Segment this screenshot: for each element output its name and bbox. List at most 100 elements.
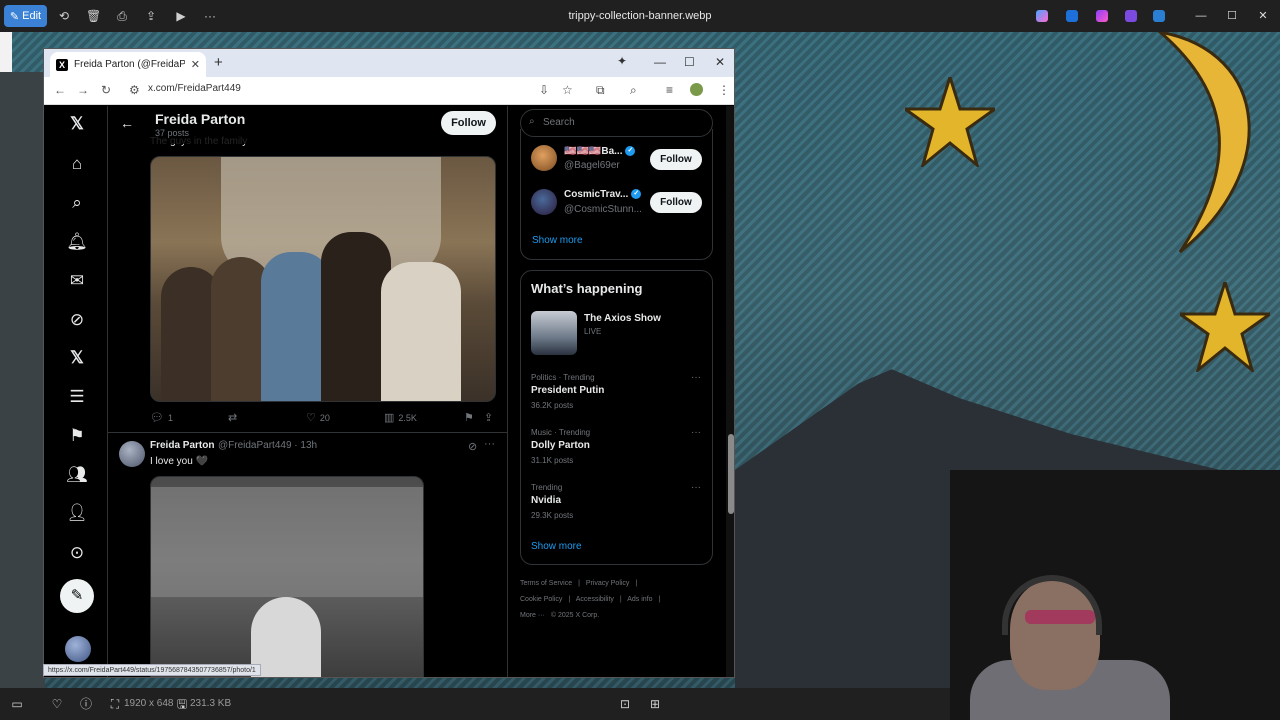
views-action[interactable]: ▥ 2.5K bbox=[384, 411, 417, 424]
notifications-icon[interactable]: 🔔︎ bbox=[66, 231, 88, 253]
back-arrow-icon[interactable]: ← bbox=[120, 115, 134, 131]
share-action[interactable]: ⇪ bbox=[484, 411, 493, 424]
address-bar[interactable]: x.com/FreidaPart449 bbox=[148, 83, 241, 94]
premium-x-icon[interactable]: 𝕏 bbox=[66, 347, 88, 369]
print-icon[interactable]: ⎙ bbox=[115, 9, 129, 23]
trend-name[interactable]: Nvidia bbox=[531, 495, 561, 506]
like-action[interactable]: ♡ 20 bbox=[306, 411, 330, 424]
whats-happening-panel: What’s happening The Axios Show LIVE Pol… bbox=[520, 270, 713, 565]
designer-icon[interactable] bbox=[1066, 10, 1078, 22]
repost-action[interactable]: ⇄ bbox=[228, 411, 237, 424]
forward-icon[interactable]: → bbox=[77, 83, 89, 97]
show-more-link[interactable]: Show more bbox=[532, 235, 583, 246]
avatar[interactable] bbox=[531, 189, 557, 215]
post-more-icon[interactable]: ··· bbox=[484, 438, 495, 450]
explore-icon[interactable]: ⌕ bbox=[66, 192, 88, 214]
browser-minimize-icon[interactable]: — bbox=[654, 55, 666, 69]
footer-link[interactable]: Accessibility bbox=[576, 596, 614, 603]
tab-x-profile[interactable]: X Freida Parton (@FreidaPart449 ✕ bbox=[50, 52, 206, 77]
browser-close-icon[interactable]: ✕ bbox=[715, 55, 725, 69]
video-editor-icon[interactable] bbox=[1125, 10, 1137, 22]
close-icon[interactable]: ✕ bbox=[1256, 9, 1270, 23]
suggested-user-name[interactable]: CosmicTrav... ✓ bbox=[564, 189, 642, 200]
tab-search-icon[interactable]: ⌕ bbox=[630, 83, 637, 98]
avatar[interactable] bbox=[119, 441, 145, 467]
live-show-title[interactable]: The Axios Show bbox=[584, 313, 661, 324]
reload-icon[interactable]: ↻ bbox=[101, 83, 111, 97]
reply-action[interactable]: 💬︎ 1 bbox=[150, 411, 173, 424]
onedrive-icon[interactable] bbox=[1153, 10, 1165, 22]
follow-button[interactable]: Follow bbox=[650, 149, 702, 170]
footer-link[interactable]: Privacy Policy bbox=[586, 580, 630, 587]
live-thumbnail[interactable] bbox=[531, 311, 577, 355]
who-to-follow-panel: 🇺🇸🇺🇸🇺🇸Ba... ✓ @Bagel69er Follow CosmicTra… bbox=[520, 129, 713, 260]
post-author-name[interactable]: Freida Parton bbox=[150, 440, 214, 451]
trend-more-icon[interactable]: ··· bbox=[691, 372, 701, 383]
browser-window: X Freida Parton (@FreidaPart449 ✕ + ✦ — … bbox=[43, 48, 735, 678]
lists-icon[interactable]: ☰ bbox=[66, 386, 88, 408]
account-avatar[interactable] bbox=[65, 636, 91, 662]
copilot-icon[interactable] bbox=[1036, 10, 1048, 22]
avatar[interactable] bbox=[531, 145, 557, 171]
site-info-icon[interactable]: ⚙ bbox=[129, 83, 140, 97]
page-scrollbar[interactable] bbox=[726, 106, 734, 677]
show-more-link[interactable]: Show more bbox=[531, 541, 582, 552]
communities-icon[interactable]: 👥︎ bbox=[66, 464, 88, 486]
share-icon[interactable]: ⇪ bbox=[144, 9, 158, 23]
delete-icon[interactable]: 🗑 bbox=[86, 9, 101, 23]
more-options-icon[interactable]: ··· bbox=[203, 9, 217, 23]
tab-close-icon[interactable]: ✕ bbox=[191, 58, 200, 71]
rotate-icon[interactable]: ⟲ bbox=[57, 9, 71, 23]
post-photo[interactable] bbox=[150, 156, 496, 402]
post-author-handle[interactable]: @FreidaPart449 · 13h bbox=[218, 440, 317, 451]
post-compose-button[interactable]: ✎ bbox=[60, 579, 94, 613]
new-tab-icon[interactable]: + bbox=[214, 54, 223, 71]
follow-button[interactable]: Follow bbox=[441, 111, 496, 135]
more-circle-icon[interactable]: ⊙ bbox=[66, 542, 88, 564]
maximize-icon[interactable]: ☐ bbox=[1225, 9, 1239, 23]
profile-avatar-icon[interactable] bbox=[690, 83, 703, 96]
browser-maximize-icon[interactable]: ☐ bbox=[684, 55, 695, 69]
trend-more-icon[interactable]: ··· bbox=[691, 427, 701, 438]
info-icon[interactable]: ⓘ bbox=[79, 697, 93, 711]
edit-button[interactable]: ✎ Edit bbox=[4, 5, 47, 27]
install-app-icon[interactable]: ⇩ bbox=[539, 83, 549, 97]
grok-explain-icon[interactable]: ⊘ bbox=[468, 440, 477, 453]
bookmark-star-icon[interactable]: ☆ bbox=[562, 83, 573, 97]
browser-menu-icon[interactable]: ⋮ bbox=[718, 83, 730, 97]
footer-link[interactable]: Terms of Service bbox=[520, 580, 572, 587]
gemini-icon[interactable]: ✦ bbox=[614, 54, 630, 70]
messages-icon[interactable]: ✉ bbox=[66, 270, 88, 292]
home-icon[interactable]: ⌂ bbox=[66, 153, 88, 175]
follow-button[interactable]: Follow bbox=[650, 192, 702, 213]
trend-name[interactable]: Dolly Parton bbox=[531, 440, 590, 451]
x-home-logo-icon[interactable]: 𝕏 bbox=[66, 113, 88, 135]
viewer-toolbar: ✎ Edit ⟲ 🗑 ⎙ ⇪ ▶ ··· trippy-collection-b… bbox=[0, 0, 1280, 32]
back-icon[interactable]: ← bbox=[54, 83, 66, 97]
minimize-icon[interactable]: — bbox=[1194, 9, 1208, 23]
post-photo[interactable] bbox=[150, 476, 424, 677]
extensions-icon[interactable]: ⧉ bbox=[596, 83, 605, 98]
webcam-headset bbox=[1002, 575, 1102, 635]
profile-name: Freida Parton bbox=[155, 111, 246, 127]
bookmark-action[interactable]: ⚑ bbox=[464, 411, 474, 424]
profile-icon[interactable]: 👤︎ bbox=[66, 502, 88, 524]
scrollbar-thumb[interactable] bbox=[728, 434, 734, 514]
media-controls-icon[interactable]: ≡ bbox=[666, 83, 673, 97]
bookmarks-icon[interactable]: ⚑ bbox=[66, 425, 88, 447]
fit-to-window-icon[interactable]: ⊡ bbox=[618, 697, 632, 711]
grok-icon[interactable]: ⊘ bbox=[66, 309, 88, 331]
slideshow-icon[interactable]: ▶ bbox=[174, 9, 188, 23]
favorite-icon[interactable]: ♡ bbox=[50, 697, 64, 711]
footer-link[interactable]: More ··· bbox=[520, 612, 545, 619]
suggested-user-name[interactable]: 🇺🇸🇺🇸🇺🇸Ba... ✓ bbox=[564, 146, 636, 157]
footer-link[interactable]: Cookie Policy bbox=[520, 596, 562, 603]
filmstrip-icon[interactable]: ▭ bbox=[10, 697, 24, 711]
trend-name[interactable]: President Putin bbox=[531, 385, 604, 396]
trend-count: 36.2K posts bbox=[531, 401, 574, 410]
trend-more-icon[interactable]: ··· bbox=[691, 482, 701, 493]
clipchamp-icon[interactable] bbox=[1096, 10, 1108, 22]
profile-timeline: ← Freida Parton 37 posts Follow The guys… bbox=[108, 106, 508, 677]
actual-size-icon[interactable]: ⊞ bbox=[648, 697, 662, 711]
footer-link[interactable]: Ads info bbox=[627, 596, 652, 603]
